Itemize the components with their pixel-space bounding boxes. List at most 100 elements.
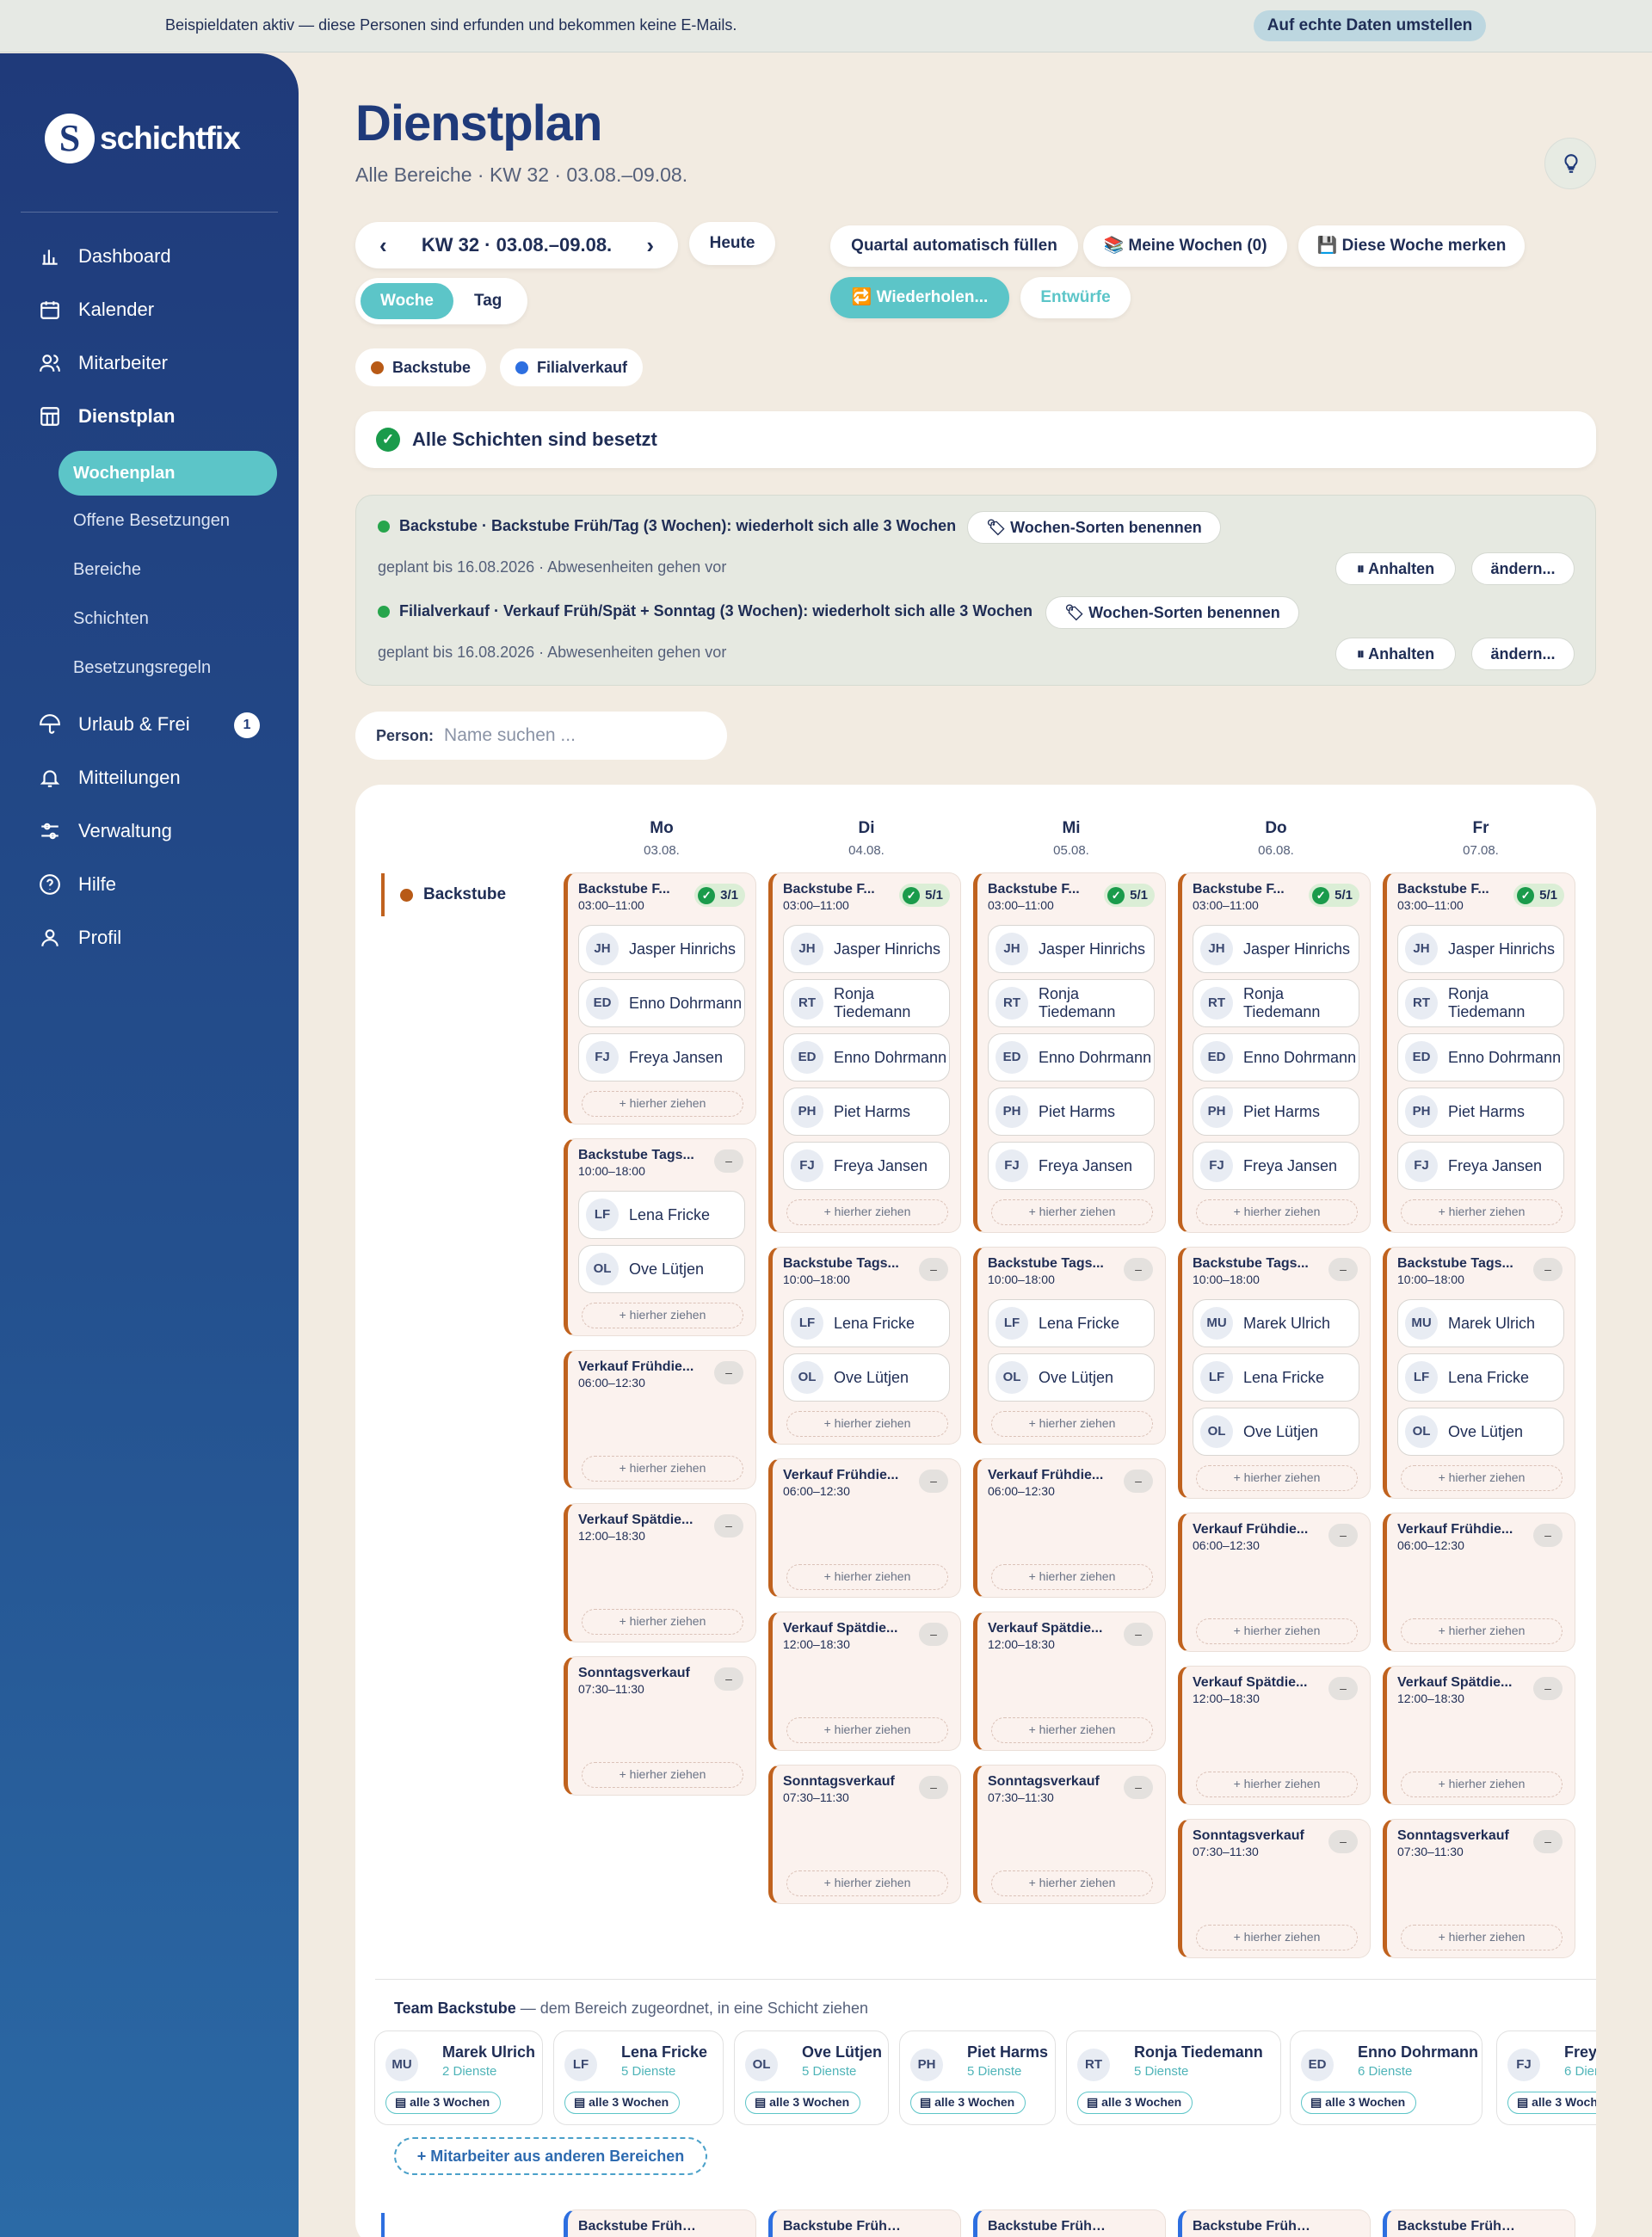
assigned-person[interactable]: RT Ronja Tiedemann	[1397, 979, 1564, 1027]
assigned-person[interactable]: OL Ove Lütjen	[988, 1353, 1155, 1402]
assigned-person[interactable]: MU Marek Ulrich	[1193, 1299, 1359, 1347]
drop-zone[interactable]: + hierher ziehen	[1401, 1199, 1563, 1225]
team-member-card[interactable]: FJ Freya Jansen 6 Dienste ▤ alle 3 Wochen	[1496, 2031, 1596, 2125]
area-filter-filialverkauf[interactable]: Filialverkauf	[500, 348, 644, 386]
assigned-person[interactable]: FJ Freya Jansen	[783, 1142, 950, 1190]
assigned-person[interactable]: OL Ove Lütjen	[1397, 1408, 1564, 1456]
shift-card[interactable]: Backstube F... 03:00–11:00 ✓ 3/1 JH Jasper Hi…	[564, 872, 756, 1125]
app-logo[interactable]: S schichtfix	[45, 114, 241, 163]
drop-zone[interactable]: + hierher ziehen	[582, 1762, 743, 1788]
shift-card[interactable]: Verkauf Frühdie... 06:00–12:30– + hierher …	[1178, 1513, 1371, 1652]
shift-card[interactable]: Backstube Tags... 10:00–18:00 – MU Marek Ulr…	[1178, 1247, 1371, 1499]
assigned-person[interactable]: ED Enno Dohrmann	[1193, 1033, 1359, 1082]
shift-card[interactable]: Verkauf Spätdie... 12:00–18:30– + hierher …	[1178, 1666, 1371, 1805]
drop-zone[interactable]: + hierher ziehen	[1196, 1618, 1358, 1644]
repeat-button[interactable]: 🔁 Wiederholen...	[830, 277, 1009, 318]
drop-zone[interactable]: + hierher ziehen	[582, 1091, 743, 1117]
drop-zone[interactable]: + hierher ziehen	[1196, 1465, 1358, 1491]
assigned-person[interactable]: ED Enno Dohrmann	[988, 1033, 1155, 1082]
team-member-card[interactable]: ED Enno Dohrmann 6 Dienste ▤ alle 3 Wochen	[1290, 2031, 1482, 2125]
shift-card[interactable]: Sonntagsverkauf 07:30–11:30– + hierher zie…	[768, 1765, 961, 1904]
drafts-button[interactable]: Entwürfe	[1020, 277, 1131, 318]
assigned-person[interactable]: FJ Freya Jansen	[1397, 1142, 1564, 1190]
shift-card[interactable]: Sonntagsverkauf 07:30–11:30– + hierher zie…	[973, 1765, 1166, 1904]
drop-zone[interactable]: + hierher ziehen	[1196, 1925, 1358, 1950]
shift-card[interactable]: Verkauf Frühdie... 06:00–12:30– + hierher …	[564, 1350, 756, 1489]
assigned-person[interactable]: OL Ove Lütjen	[1193, 1408, 1359, 1456]
assigned-person[interactable]: PH Piet Harms	[1193, 1088, 1359, 1136]
assigned-person[interactable]: MU Marek Ulrich	[1397, 1299, 1564, 1347]
assigned-person[interactable]: FJ Freya Jansen	[1193, 1142, 1359, 1190]
sidebar-item-dienstplan[interactable]: Dienstplan	[39, 399, 175, 434]
shift-card[interactable]: Backstube Tags... 10:00–18:00 – LF Lena Fric…	[564, 1138, 756, 1336]
shift-card[interactable]: Backstube Frühs...	[768, 2209, 961, 2237]
next-week-button[interactable]: ›	[646, 232, 654, 259]
remember-week-button[interactable]: 💾 Diese Woche merken	[1298, 225, 1525, 267]
subnav-offene-besetzungen[interactable]: Offene Besetzungen	[73, 511, 230, 531]
drop-zone[interactable]: + hierher ziehen	[991, 1199, 1153, 1225]
shift-card[interactable]: Verkauf Spätdie... 12:00–18:30– + hierher …	[1383, 1666, 1575, 1805]
drop-zone[interactable]: + hierher ziehen	[991, 1717, 1153, 1743]
shift-card[interactable]: Backstube Tags... 10:00–18:00 – MU Marek Ulr…	[1383, 1247, 1575, 1499]
drop-zone[interactable]: + hierher ziehen	[582, 1303, 743, 1328]
shift-card[interactable]: Verkauf Frühdie... 06:00–12:30– + hierher …	[973, 1458, 1166, 1598]
sidebar-item-profil[interactable]: Profil	[39, 921, 121, 955]
drop-zone[interactable]: + hierher ziehen	[1196, 1772, 1358, 1797]
shift-card[interactable]: Verkauf Frühdie... 06:00–12:30– + hierher …	[768, 1458, 961, 1598]
drop-zone[interactable]: + hierher ziehen	[1401, 1618, 1563, 1644]
rotation-badge[interactable]: ▤ alle 3 Wochen	[385, 2092, 502, 2114]
drop-zone[interactable]: + hierher ziehen	[582, 1456, 743, 1482]
drop-zone[interactable]: + hierher ziehen	[1401, 1925, 1563, 1950]
assigned-person[interactable]: LF Lena Fricke	[988, 1299, 1155, 1347]
drop-zone[interactable]: + hierher ziehen	[991, 1564, 1153, 1590]
shift-card[interactable]: Backstube Tags... 10:00–18:00 – LF Lena Fric…	[768, 1247, 961, 1445]
drop-zone[interactable]: + hierher ziehen	[991, 1411, 1153, 1437]
drop-zone[interactable]: + hierher ziehen	[991, 1870, 1153, 1896]
name-week-types-button[interactable]: 🏷 Wochen-Sorten benennen	[967, 511, 1221, 544]
today-button[interactable]: Heute	[689, 222, 775, 265]
shift-card[interactable]: Backstube Frühs...	[1383, 2209, 1575, 2237]
assigned-person[interactable]: ED Enno Dohrmann	[578, 979, 745, 1027]
assigned-person[interactable]: OL Ove Lütjen	[578, 1245, 745, 1293]
shift-card[interactable]: Backstube Frühs...	[564, 2209, 756, 2237]
drop-zone[interactable]: + hierher ziehen	[1196, 1199, 1358, 1225]
assigned-person[interactable]: JH Jasper Hinrichs	[1397, 925, 1564, 973]
subnav-bereiche[interactable]: Bereiche	[73, 560, 141, 580]
tips-button[interactable]	[1544, 138, 1596, 189]
edit-rule-button[interactable]: ändern...	[1471, 552, 1575, 585]
assigned-person[interactable]: FJ Freya Jansen	[578, 1033, 745, 1082]
assigned-person[interactable]: JH Jasper Hinrichs	[988, 925, 1155, 973]
assigned-person[interactable]: FJ Freya Jansen	[988, 1142, 1155, 1190]
assigned-person[interactable]: ED Enno Dohrmann	[783, 1033, 950, 1082]
assigned-person[interactable]: ED Enno Dohrmann	[1397, 1033, 1564, 1082]
assigned-person[interactable]: PH Piet Harms	[988, 1088, 1155, 1136]
shift-card[interactable]: Backstube Frühs...	[1178, 2209, 1371, 2237]
subnav-besetzungsregeln[interactable]: Besetzungsregeln	[73, 658, 211, 678]
pause-rule-button[interactable]: ⏸ Anhalten	[1335, 638, 1456, 670]
drop-zone[interactable]: + hierher ziehen	[582, 1609, 743, 1635]
drop-zone[interactable]: + hierher ziehen	[786, 1411, 948, 1437]
shift-card[interactable]: Verkauf Frühdie... 06:00–12:30– + hierher …	[1383, 1513, 1575, 1652]
view-day-tab[interactable]: Tag	[474, 283, 502, 319]
shift-card[interactable]: Sonntagsverkauf 07:30–11:30– + hierher zie…	[564, 1656, 756, 1796]
assigned-person[interactable]: RT Ronja Tiedemann	[988, 979, 1155, 1027]
team-member-card[interactable]: MU Marek Ulrich 2 Dienste ▤ alle 3 Wochen	[374, 2031, 543, 2125]
drop-zone[interactable]: + hierher ziehen	[1401, 1465, 1563, 1491]
assigned-person[interactable]: LF Lena Fricke	[578, 1191, 745, 1239]
pause-rule-button[interactable]: ⏸ Anhalten	[1335, 552, 1456, 585]
team-member-card[interactable]: OL Ove Lütjen 5 Dienste ▤ alle 3 Wochen	[734, 2031, 889, 2125]
subnav-schichten[interactable]: Schichten	[73, 609, 149, 629]
area-filter-backstube[interactable]: Backstube	[355, 348, 487, 386]
rotation-badge[interactable]: ▤ alle 3 Wochen	[564, 2092, 681, 2114]
assigned-person[interactable]: RT Ronja Tiedemann	[783, 979, 950, 1027]
assigned-person[interactable]: JH Jasper Hinrichs	[578, 925, 745, 973]
shift-card[interactable]: Backstube Frühs...	[973, 2209, 1166, 2237]
assigned-person[interactable]: PH Piet Harms	[783, 1088, 950, 1136]
shift-card[interactable]: Verkauf Spätdie... 12:00–18:30– + hierher …	[973, 1612, 1166, 1751]
shift-card[interactable]: Sonntagsverkauf 07:30–11:30– + hierher zie…	[1383, 1819, 1575, 1958]
drop-zone[interactable]: + hierher ziehen	[786, 1199, 948, 1225]
drop-zone[interactable]: + hierher ziehen	[786, 1564, 948, 1590]
team-member-card[interactable]: LF Lena Fricke 5 Dienste ▤ alle 3 Wochen	[553, 2031, 724, 2125]
sidebar-item-urlaub[interactable]: Urlaub & Frei	[39, 707, 190, 742]
sidebar-item-kalender[interactable]: Kalender	[39, 293, 154, 327]
